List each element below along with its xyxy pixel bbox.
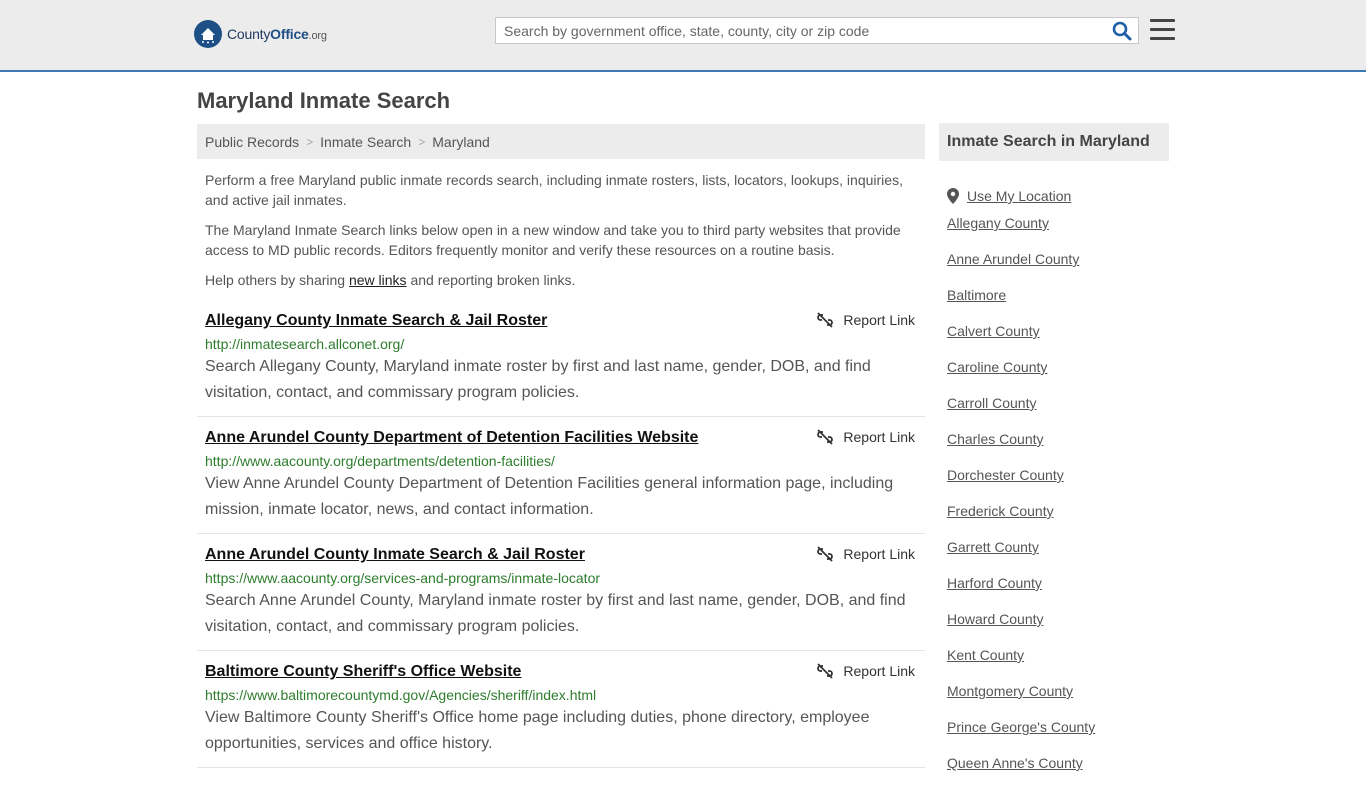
sidebar-item-calvert-county: Calvert County <box>947 322 1095 358</box>
sidebar-link[interactable]: Frederick County <box>947 503 1054 519</box>
sidebar-item-prince-georges-county: Prince George's County <box>947 718 1095 754</box>
broken-link-icon <box>817 429 834 445</box>
broken-link-icon <box>817 546 834 562</box>
sidebar-link[interactable]: Caroline County <box>947 359 1047 375</box>
result-title-link[interactable]: Anne Arundel County Inmate Search & Jail… <box>205 545 917 565</box>
sidebar-item-frederick-county: Frederick County <box>947 502 1095 538</box>
breadcrumb-separator: > <box>306 134 314 149</box>
result-item: Allegany County Inmate Search & Jail Ros… <box>197 311 925 417</box>
sidebar-link[interactable]: Queen Anne's County <box>947 755 1083 771</box>
report-link-button[interactable]: Report Link <box>817 546 915 562</box>
sidebar-item-caroline-county: Caroline County <box>947 358 1095 394</box>
sidebar-item-carroll-county: Carroll County <box>947 394 1095 430</box>
intro-paragraph-2: The Maryland Inmate Search links below o… <box>205 222 901 258</box>
report-link-button[interactable]: Report Link <box>817 429 915 445</box>
breadcrumb-public-records[interactable]: Public Records <box>205 134 299 150</box>
sidebar-item-howard-county: Howard County <box>947 610 1095 646</box>
sidebar-link[interactable]: Carroll County <box>947 395 1036 411</box>
sidebar-title: Inmate Search in Maryland <box>939 123 1169 161</box>
result-description: Search Anne Arundel County, Maryland inm… <box>205 592 906 635</box>
report-link-button[interactable]: Report Link <box>817 663 915 679</box>
sidebar-item-allegany-county: Allegany County <box>947 214 1095 250</box>
sidebar-link[interactable]: Garrett County <box>947 539 1039 555</box>
site-logo-text: CountyOffice.org <box>227 26 327 42</box>
sidebar-link[interactable]: Allegany County <box>947 215 1049 231</box>
capitol-seal-icon <box>194 20 222 48</box>
sidebar-item-harford-county: Harford County <box>947 574 1095 610</box>
broken-link-icon <box>817 312 834 328</box>
report-link-button[interactable]: Report Link <box>817 312 915 328</box>
sidebar-item-anne-arundel-county: Anne Arundel County <box>947 250 1095 286</box>
intro-paragraph-1: Perform a free Maryland public inmate re… <box>205 172 903 208</box>
sidebar-link[interactable]: Howard County <box>947 611 1044 627</box>
sidebar-link[interactable]: Prince George's County <box>947 719 1095 735</box>
search-box <box>495 17 1139 44</box>
result-description: View Baltimore County Sheriff's Office h… <box>205 709 870 752</box>
sidebar-item-kent-county: Kent County <box>947 646 1095 682</box>
new-links-link[interactable]: new links <box>349 272 407 288</box>
breadcrumb-inmate-search[interactable]: Inmate Search <box>320 134 411 150</box>
broken-link-icon <box>817 663 834 679</box>
sidebar-item-baltimore: Baltimore <box>947 286 1095 322</box>
result-item: Anne Arundel County Department of Detent… <box>197 428 925 534</box>
search-input[interactable] <box>496 18 1096 43</box>
search-icon[interactable] <box>1112 21 1132 41</box>
result-url: https://www.aacounty.org/services-and-pr… <box>205 570 601 586</box>
sidebar-link[interactable]: Harford County <box>947 575 1042 591</box>
site-logo[interactable]: CountyOffice.org <box>194 20 327 48</box>
result-url: https://www.baltimorecountymd.gov/Agenci… <box>205 687 597 703</box>
result-description: View Anne Arundel County Department of D… <box>205 475 894 518</box>
result-item: Baltimore County Sheriff's Office Websit… <box>197 662 925 768</box>
map-pin-icon <box>947 188 959 204</box>
sidebar-link[interactable]: Baltimore <box>947 287 1006 303</box>
result-url: http://inmatesearch.allconet.org/ <box>205 336 405 352</box>
top-navigation-bar: CountyOffice.org <box>0 0 1366 72</box>
breadcrumb: Public Records > Inmate Search > Marylan… <box>197 124 925 159</box>
use-location-item: Use My Location <box>947 178 1095 214</box>
intro-paragraph-3: Help others by sharing new links and rep… <box>205 272 576 288</box>
use-my-location-link[interactable]: Use My Location <box>967 187 1071 205</box>
page-title: Maryland Inmate Search <box>197 88 451 113</box>
result-item: Anne Arundel County Inmate Search & Jail… <box>197 545 925 651</box>
result-description: Search Allegany County, Maryland inmate … <box>205 358 871 401</box>
result-title-link[interactable]: Allegany County Inmate Search & Jail Ros… <box>205 311 917 331</box>
result-url: http://www.aacounty.org/departments/dete… <box>205 453 555 469</box>
sidebar-item-queen-annes-county: Queen Anne's County <box>947 754 1095 790</box>
result-title-link[interactable]: Anne Arundel County Department of Detent… <box>205 428 917 448</box>
breadcrumb-separator: > <box>418 134 426 149</box>
sidebar-item-garrett-county: Garrett County <box>947 538 1095 574</box>
sidebar-item-dorchester-county: Dorchester County <box>947 466 1095 502</box>
sidebar-link[interactable]: Kent County <box>947 647 1024 663</box>
sidebar-link[interactable]: Calvert County <box>947 323 1040 339</box>
sidebar-county-list: Use My Location Allegany County Anne Aru… <box>947 178 1095 790</box>
hamburger-menu-icon[interactable] <box>1150 19 1175 41</box>
result-title-link[interactable]: Baltimore County Sheriff's Office Websit… <box>205 662 917 682</box>
sidebar-item-charles-county: Charles County <box>947 430 1095 466</box>
sidebar-link[interactable]: Dorchester County <box>947 467 1064 483</box>
breadcrumb-maryland[interactable]: Maryland <box>432 134 490 150</box>
sidebar-link[interactable]: Montgomery County <box>947 683 1073 699</box>
sidebar-link[interactable]: Anne Arundel County <box>947 251 1079 267</box>
sidebar-item-montgomery-county: Montgomery County <box>947 682 1095 718</box>
sidebar-link[interactable]: Charles County <box>947 431 1044 447</box>
